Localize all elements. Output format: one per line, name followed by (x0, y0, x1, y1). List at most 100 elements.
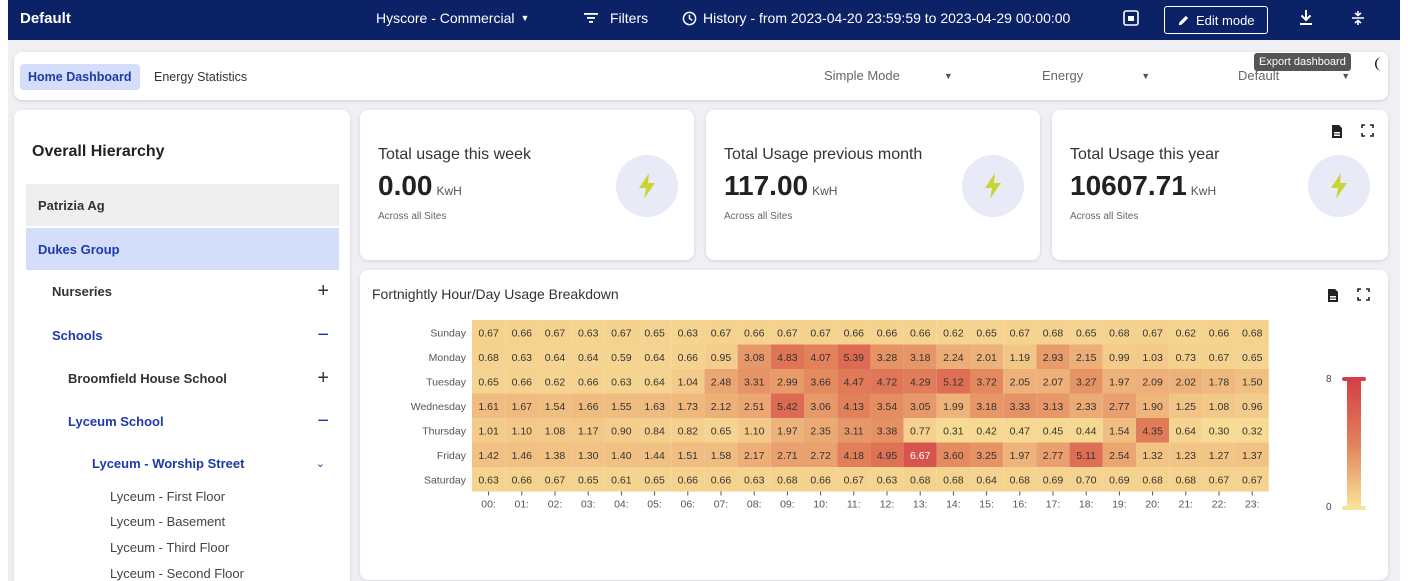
heatmap-cell-label: 0.90 (611, 425, 632, 437)
tree-node-lyceum-school[interactable]: Lyceum School − (26, 400, 339, 442)
heatmap-cell-label: 0.67 (810, 327, 831, 339)
file-export-icon[interactable] (1331, 124, 1343, 139)
heatmap-cell-label: 1.42 (478, 450, 499, 462)
app-frame: Default Hyscore - Commercial ▼ Filters H… (8, 0, 1400, 581)
heatmap-cell-label: 0.62 (943, 327, 964, 339)
tree-leaf-lyceum-third-floor[interactable]: Lyceum - Third Floor (110, 540, 229, 555)
heatmap-cell-label: 2.01 (976, 352, 997, 364)
color-scale-max-handle[interactable] (1342, 377, 1366, 381)
heatmap-col-label: 03: (581, 499, 596, 511)
heatmap-col-label: 22: (1212, 499, 1227, 511)
heatmap-col-label: 09: (780, 499, 795, 511)
kpi-value-row: 10607.71 KwH (1070, 170, 1216, 202)
heatmap-cell-label: 0.65 (644, 474, 665, 486)
heatmap-cell-label: 2.24 (943, 352, 964, 364)
heatmap-cell-label: 1.78 (1209, 376, 1230, 388)
heatmap-cell-label: 0.68 (478, 352, 499, 364)
heatmap-col-label: 05: (647, 499, 662, 511)
heatmap-row-label: Wednesday (411, 401, 467, 413)
heatmap-cell-label: 0.66 (678, 474, 699, 486)
heatmap-cell-label: 0.32 (1242, 425, 1263, 437)
heatmap-cell-label: 0.66 (678, 352, 699, 364)
kpi-value: 10607.71 (1070, 170, 1187, 201)
heatmap-cell-label: 0.67 (1010, 327, 1031, 339)
collapse-minus-icon[interactable]: − (317, 410, 329, 433)
heatmap-cell-label: 2.54 (1109, 450, 1130, 462)
heatmap-cell-label: 0.65 (976, 327, 997, 339)
tree-leaf-lyceum-basement[interactable]: Lyceum - Basement (110, 514, 225, 529)
tree-node-lyceum-worship-street[interactable]: Lyceum - Worship Street ⌄ (26, 442, 339, 484)
collapse-minus-icon[interactable]: − (317, 324, 329, 347)
tree-node-dukes-group[interactable]: Dukes Group (26, 228, 339, 270)
heatmap-cell-label: 0.59 (611, 352, 632, 364)
dashboard-tabs-bar: Home Dashboard Energy Statistics Simple … (14, 52, 1388, 100)
download-icon[interactable] (1298, 9, 1314, 31)
collapse-icon[interactable] (1350, 10, 1366, 30)
heatmap-cell-label: 0.67 (611, 327, 632, 339)
heatmap-cell-label: 3.06 (810, 401, 831, 413)
heatmap-cell-label: 1.55 (611, 401, 632, 413)
heatmap-cell-label: 0.67 (1209, 352, 1230, 364)
usage-heatmap-panel: Fortnightly Hour/Day Usage Breakdown Sun… (360, 270, 1388, 580)
heatmap-cell-label: 1.30 (578, 450, 599, 462)
heatmap-cell-label: 2.33 (1076, 401, 1097, 413)
lightning-bolt-icon (616, 155, 678, 217)
dark-mode-icon[interactable] (1372, 56, 1386, 77)
heatmap-cell-label: 1.66 (578, 401, 599, 413)
dashboard-selector[interactable]: Hyscore - Commercial ▼ (376, 10, 529, 26)
caret-down-icon: ▼ (520, 13, 530, 23)
heatmap-cell-label: 2.72 (810, 450, 831, 462)
tree-node-broomfield-house-school[interactable]: Broomfield House School + (26, 357, 339, 399)
heatmap-cell-label: 3.11 (844, 425, 864, 437)
heatmap-cell-label: 0.66 (512, 474, 533, 486)
heatmap-col-label: 12: (880, 499, 895, 511)
heatmap-cell-label: 0.67 (1142, 327, 1163, 339)
chevron-down-icon[interactable]: ⌄ (316, 457, 325, 470)
heatmap-cell-label: 4.07 (810, 352, 831, 364)
expand-plus-icon[interactable]: + (317, 367, 329, 390)
expand-plus-icon[interactable]: + (317, 280, 329, 303)
color-scale-min-handle[interactable] (1342, 506, 1366, 510)
heatmap-cell-label: 0.67 (545, 474, 566, 486)
heatmap-cell-label: 1.17 (578, 425, 599, 437)
heatmap-cell-label: 6.67 (910, 450, 931, 462)
heatmap-cell-label: 1.08 (1209, 401, 1230, 413)
heatmap-cell-label: 0.67 (844, 474, 865, 486)
heatmap-cell-label: 3.60 (943, 450, 964, 462)
fullscreen-icon[interactable] (1361, 124, 1374, 137)
heatmap-cell-label: 0.66 (512, 376, 533, 388)
heatmap-cell-label: 0.31 (943, 425, 964, 437)
tree-leaf-lyceum-second-floor[interactable]: Lyceum - Second Floor (110, 566, 244, 581)
kpi-unit: KwH (812, 184, 838, 198)
filters-label: Filters (610, 10, 649, 26)
heatmap-cell-label: 0.64 (644, 352, 665, 364)
metric-select[interactable]: Energy ▼ (1042, 68, 1150, 83)
kpi-subtitle: Across all Sites (1070, 211, 1139, 222)
edit-mode-label: Edit mode (1196, 12, 1255, 28)
filters-button[interactable]: Filters (584, 10, 648, 26)
heatmap-row-label: Friday (437, 450, 467, 462)
heatmap-cell-label: 1.97 (1010, 450, 1031, 462)
tree-node-schools[interactable]: Schools − (26, 314, 339, 356)
heatmap-cell-label: 5.39 (844, 352, 865, 364)
heatmap-cell-label: 4.47 (844, 376, 865, 388)
mode-select[interactable]: Simple Mode ▼ (824, 68, 953, 83)
screenshot-icon[interactable] (1122, 9, 1140, 31)
tab-home-dashboard[interactable]: Home Dashboard (20, 64, 140, 90)
history-range[interactable]: History - from 2023-04-20 23:59:59 to 20… (682, 10, 1070, 26)
heatmap-cell-label: 1.23 (1176, 450, 1197, 462)
edit-mode-button[interactable]: Edit mode (1164, 6, 1268, 34)
heatmap-cell-label: 0.66 (810, 474, 831, 486)
tab-energy-statistics[interactable]: Energy Statistics (146, 64, 255, 90)
tree-leaf-lyceum-first-floor[interactable]: Lyceum - First Floor (110, 489, 225, 504)
heatmap-cell-label: 0.44 (1076, 425, 1097, 437)
tree-node-patrizia-ag[interactable]: Patrizia Ag (26, 184, 339, 226)
lightning-bolt-icon (1308, 155, 1370, 217)
kpi-unit: KwH (1190, 184, 1217, 198)
lightning-bolt-icon (962, 155, 1024, 217)
heatmap-row-label: Monday (429, 352, 467, 364)
heatmap-cell-label: 1.38 (545, 450, 566, 462)
tree-node-nurseries[interactable]: Nurseries + (26, 270, 339, 312)
heatmap-cell-label: 4.29 (910, 376, 931, 388)
heatmap-cell-label: 0.96 (1242, 401, 1263, 413)
